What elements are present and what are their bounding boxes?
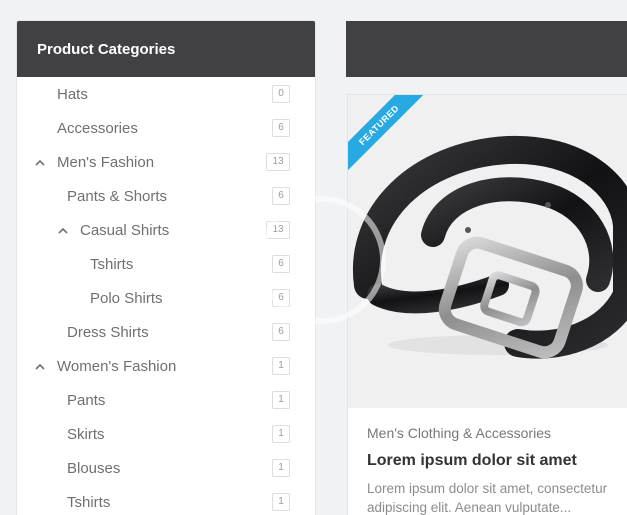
product-image[interactable]: FEATURED xyxy=(348,95,627,408)
category-count-badge: 1 xyxy=(272,425,290,443)
category-count-badge: 1 xyxy=(272,493,290,511)
category-item-polo-shirts[interactable]: Polo Shirts 6 xyxy=(17,281,315,315)
category-item-womens-fashion[interactable]: Women's Fashion 1 xyxy=(17,349,315,383)
category-label: Blouses xyxy=(67,459,121,477)
category-count-badge: 0 xyxy=(272,85,290,103)
category-count-badge: 6 xyxy=(272,187,290,205)
category-label: Polo Shirts xyxy=(90,289,163,307)
category-item-skirts[interactable]: Skirts 1 xyxy=(17,417,315,451)
category-label: Casual Shirts xyxy=(80,221,170,239)
category-count-badge: 1 xyxy=(272,391,290,409)
category-count-badge: 1 xyxy=(272,357,290,375)
product-description: Lorem ipsum dolor sit amet, consectetur … xyxy=(367,481,608,515)
category-label: Men's Fashion xyxy=(57,153,155,171)
category-count-badge: 6 xyxy=(272,289,290,307)
chevron-up-icon[interactable] xyxy=(33,155,47,169)
chevron-up-icon[interactable] xyxy=(56,223,70,237)
sidebar-title: Product Categories xyxy=(17,21,315,77)
category-item-mens-fashion[interactable]: Men's Fashion 13 xyxy=(17,145,315,179)
category-count-badge: 6 xyxy=(272,323,290,341)
category-item-casual-shirts[interactable]: Casual Shirts 13 xyxy=(17,213,315,247)
category-label: Pants & Shorts xyxy=(67,187,168,205)
category-item-womens-tshirts[interactable]: Tshirts 1 xyxy=(17,485,315,515)
category-label: Accessories xyxy=(57,119,138,137)
category-item-dress-shirts[interactable]: Dress Shirts 6 xyxy=(17,315,315,349)
category-count-badge: 13 xyxy=(266,221,290,239)
chevron-up-icon[interactable] xyxy=(33,359,47,373)
category-label: Tshirts xyxy=(90,255,134,273)
category-count-badge: 1 xyxy=(272,459,290,477)
category-count-badge: 6 xyxy=(272,255,290,273)
product-title[interactable]: Lorem ipsum dolor sit amet xyxy=(367,452,577,470)
category-list: Hats 0 Accessories 6 Men's Fashion 13 Pa… xyxy=(17,77,315,515)
category-count-badge: 13 xyxy=(266,153,290,171)
category-item-accessories[interactable]: Accessories 6 xyxy=(17,111,315,145)
category-label: Women's Fashion xyxy=(57,357,177,375)
featured-ribbon: FEATURED xyxy=(348,95,426,173)
content-header-bar xyxy=(346,21,627,77)
category-item-blouses[interactable]: Blouses 1 xyxy=(17,451,315,485)
product-categories-widget: Product Categories Hats 0 Accessories 6 … xyxy=(17,21,315,515)
product-card[interactable]: FEATURED Men's Clothing & Accessories Lo… xyxy=(348,95,627,515)
category-item-pants-shorts[interactable]: Pants & Shorts 6 xyxy=(17,179,315,213)
featured-ribbon-label: FEATURED xyxy=(348,95,425,171)
category-label: Tshirts xyxy=(67,493,111,511)
category-item-pants[interactable]: Pants 1 xyxy=(17,383,315,417)
category-count-badge: 6 xyxy=(272,119,290,137)
category-label: Pants xyxy=(67,391,106,409)
category-label: Hats xyxy=(57,85,88,103)
category-label: Skirts xyxy=(67,425,105,443)
product-category-link[interactable]: Men's Clothing & Accessories xyxy=(367,425,551,441)
category-label: Dress Shirts xyxy=(67,323,149,341)
category-item-hats[interactable]: Hats 0 xyxy=(17,77,315,111)
category-item-tshirts[interactable]: Tshirts 6 xyxy=(17,247,315,281)
